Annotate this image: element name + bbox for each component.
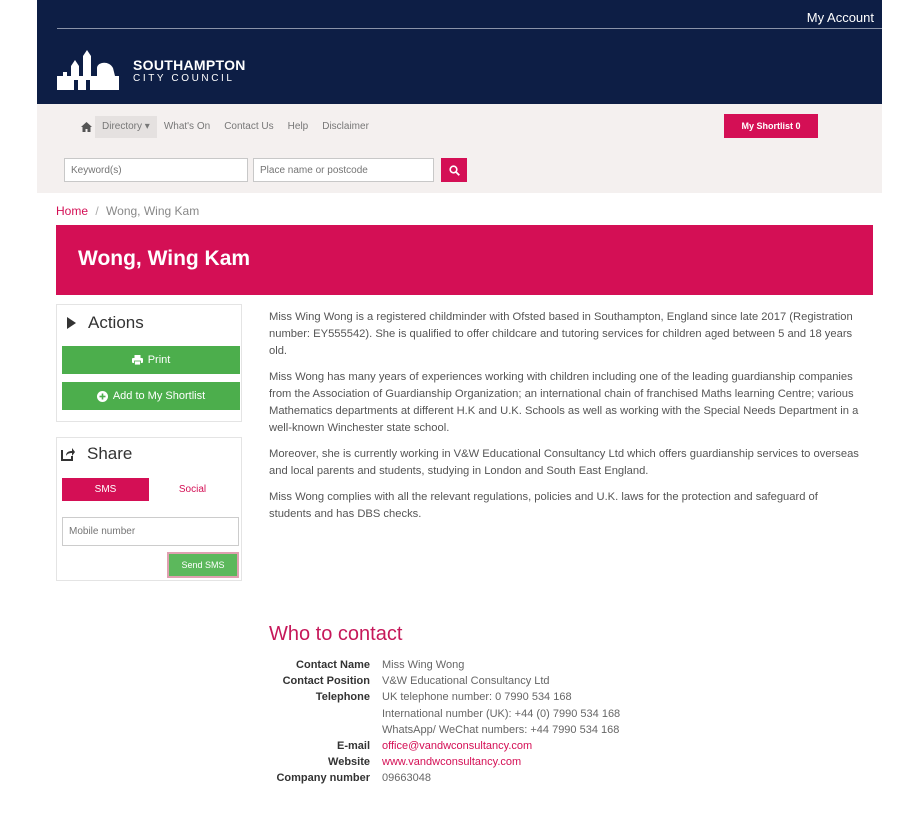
telephone-row: Telephone UK telephone number: 0 7990 53… [256, 689, 620, 738]
email-link[interactable]: office@vandwconsultancy.com [382, 738, 532, 754]
header-divider [57, 28, 882, 29]
site-logo[interactable]: SOUTHAMPTON CITY COUNCIL [57, 44, 257, 94]
description-paragraph: Miss Wong has many years of experiences … [269, 371, 859, 434]
website-row: Website www.vandwconsultancy.com [256, 754, 620, 770]
actions-panel: Actions Print Add to My Shortlist [56, 304, 242, 422]
page-title: Wong, Wing Kam [78, 247, 251, 270]
telephone-line: UK telephone number: 0 7990 534 168 [382, 691, 572, 704]
main-nav: Directory ▾ What's On Contact Us Help Di… [77, 116, 376, 138]
nav-band: Directory ▾ What's On Contact Us Help Di… [37, 104, 882, 193]
nav-directory[interactable]: Directory ▾ [95, 116, 157, 138]
nav-help[interactable]: Help [281, 116, 316, 138]
contact-name-row: Contact Name Miss Wing Wong [256, 657, 620, 673]
contact-name-value: Miss Wing Wong [382, 659, 465, 671]
place-input[interactable] [253, 158, 434, 182]
contact-position-label: Contact Position [282, 675, 370, 688]
share-heading[interactable]: Share [61, 444, 132, 464]
nav-disclaimer[interactable]: Disclaimer [315, 116, 376, 138]
caret-right-icon [67, 317, 76, 329]
tab-social[interactable]: Social [149, 478, 236, 501]
website-label: Website [328, 756, 370, 769]
nav-whats-on[interactable]: What's On [157, 116, 217, 138]
breadcrumb-home[interactable]: Home [56, 204, 88, 218]
share-panel: Share SMS Social Send SMS [56, 437, 242, 581]
my-shortlist-button[interactable]: My Shortlist 0 [724, 114, 818, 138]
add-to-shortlist-button[interactable]: Add to My Shortlist [62, 382, 240, 410]
company-number-row: Company number 09663048 [256, 770, 620, 786]
description-paragraph: Miss Wing Wong is a registered childmind… [269, 311, 853, 357]
search-icon [448, 164, 460, 176]
search-bar [64, 158, 467, 182]
share-icon [61, 448, 75, 461]
print-button[interactable]: Print [62, 346, 240, 374]
telephone-line: WhatsApp/ WeChat numbers: +44 7990 534 1… [382, 723, 620, 736]
printer-icon [131, 355, 143, 365]
print-label: Print [147, 354, 171, 366]
telephone-line: International number (UK): +44 (0) 7990 … [382, 707, 621, 720]
contact-position-row: Contact Position V&W Educational Consult… [256, 673, 620, 689]
share-tabs: SMS Social [62, 478, 236, 501]
actions-title-label: Actions [88, 313, 144, 332]
logo-line1: SOUTHAMPTON [133, 57, 246, 73]
my-account-link[interactable]: My Account [807, 10, 874, 25]
breadcrumb-separator: / [95, 204, 99, 218]
home-icon[interactable] [77, 116, 95, 138]
telephone-values: UK telephone number: 0 7990 534 168 Inte… [382, 689, 620, 738]
send-sms-button[interactable]: Send SMS [167, 552, 239, 578]
search-button[interactable] [441, 158, 467, 182]
nav-contact-us[interactable]: Contact Us [217, 116, 280, 138]
breadcrumb-current: Wong, Wing Kam [106, 204, 200, 218]
actions-heading[interactable]: Actions [67, 313, 144, 333]
contact-name-label: Contact Name [296, 659, 370, 671]
description-paragraph: Moreover, she is currently working in V&… [269, 448, 859, 477]
website-link[interactable]: www.vandwconsultancy.com [382, 754, 521, 770]
plus-circle-icon [96, 390, 108, 402]
breadcrumb: Home / Wong, Wing Kam [56, 204, 199, 218]
title-banner: Wong, Wing Kam [56, 225, 873, 295]
contact-position-value: V&W Educational Consultancy Ltd [382, 675, 550, 688]
company-number-label: Company number [276, 772, 370, 785]
who-to-contact-heading: Who to contact [269, 623, 403, 645]
description: Miss Wing Wong is a registered childmind… [269, 309, 859, 532]
email-label: E-mail [336, 740, 370, 753]
telephone-label: Telephone [315, 691, 370, 704]
keyword-input[interactable] [64, 158, 248, 182]
mobile-number-input[interactable] [62, 517, 239, 546]
castle-logo-icon [57, 50, 119, 90]
share-title-label: Share [87, 444, 133, 463]
tab-sms[interactable]: SMS [62, 478, 149, 501]
logo-line2: CITY COUNCIL [133, 73, 235, 84]
site-header: My Account SOUTHAMPTON CITY COUNCIL [37, 0, 882, 104]
add-label: Add to My Shortlist [112, 390, 206, 402]
email-row: E-mail office@vandwconsultancy.com [256, 738, 620, 754]
description-paragraph: Miss Wong complies with all the relevant… [269, 491, 818, 520]
contact-details: Contact Name Miss Wing Wong Contact Posi… [256, 657, 620, 787]
company-number-value: 09663048 [382, 772, 431, 785]
